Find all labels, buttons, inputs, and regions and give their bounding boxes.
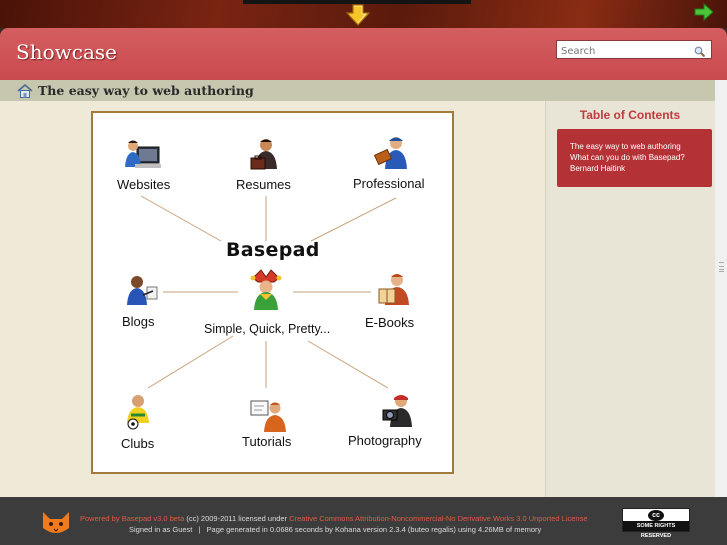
clubs-icon: [123, 393, 159, 431]
basepad-diagram: Websites Resumes Professional Blogs E-Bo…: [91, 111, 454, 474]
toc-item-bernard-haitink[interactable]: Bernard Haitink: [570, 163, 712, 174]
ebooks-icon: [375, 271, 415, 311]
footer-separator: |: [198, 525, 201, 534]
websites-icon: [123, 137, 163, 175]
page-generated-text: Page generated in 0.0686 seconds by Koha…: [206, 525, 542, 534]
toc-title: Table of Contents: [579, 108, 681, 122]
page-heading: The easy way to web authoring: [38, 83, 254, 98]
jester-icon: [248, 268, 284, 312]
node-label-clubs: Clubs: [121, 436, 155, 451]
toc-item-what-can-you-do[interactable]: What can you do with Basepad?: [570, 152, 712, 163]
diagram-center-title: Basepad: [226, 239, 320, 261]
node-label-resumes: Resumes: [236, 177, 291, 192]
photography-icon: [377, 393, 417, 431]
cat-logo-icon[interactable]: [40, 510, 72, 536]
footer-status: Signed in as Guest | Page generated in 0…: [129, 525, 541, 534]
resize-grip[interactable]: [719, 262, 724, 272]
toc-list: The easy way to web authoring What can y…: [557, 129, 712, 187]
tutorials-icon: [248, 398, 288, 434]
down-arrow-icon[interactable]: [345, 4, 371, 26]
search-box[interactable]: [556, 40, 712, 60]
resumes-icon: [249, 137, 285, 175]
blogs-icon: [123, 273, 163, 311]
home-icon[interactable]: [17, 83, 33, 99]
signed-in-text: Signed in as Guest: [129, 525, 193, 534]
node-label-ebooks: E-Books: [365, 315, 415, 330]
powered-by-link[interactable]: Powered by Basepad v3.0 beta: [80, 514, 184, 523]
cc-license-badge[interactable]: cc SOME RIGHTS RESERVED: [622, 508, 690, 539]
node-label-tutorials: Tutorials: [242, 434, 292, 449]
node-label-websites: Websites: [117, 177, 171, 192]
professional-icon: [373, 135, 413, 175]
toc-item-easy-way[interactable]: The easy way to web authoring: [570, 141, 712, 152]
site-header: Showcase: [0, 28, 727, 80]
cc-logo-icon: cc: [648, 510, 664, 521]
node-label-blogs: Blogs: [122, 314, 155, 329]
cc-badge-text: SOME RIGHTS RESERVED: [623, 521, 689, 539]
footer-copyright: (cc) 2009-2011 licensed under: [184, 514, 290, 523]
diagram-center-subtitle: Simple, Quick, Pretty...: [204, 322, 331, 336]
right-arrow-icon[interactable]: [694, 2, 714, 22]
node-label-photography: Photography: [348, 433, 422, 448]
scroll-gutter[interactable]: [715, 80, 727, 497]
license-link[interactable]: Creative Commons Attribution-Noncommerci…: [289, 514, 587, 523]
footer-credits: Powered by Basepad v3.0 beta (cc) 2009-2…: [80, 514, 588, 523]
search-icon[interactable]: [694, 44, 706, 58]
node-label-professional: Professional: [353, 176, 425, 191]
site-title[interactable]: Showcase: [16, 40, 117, 64]
search-input[interactable]: [557, 43, 687, 60]
